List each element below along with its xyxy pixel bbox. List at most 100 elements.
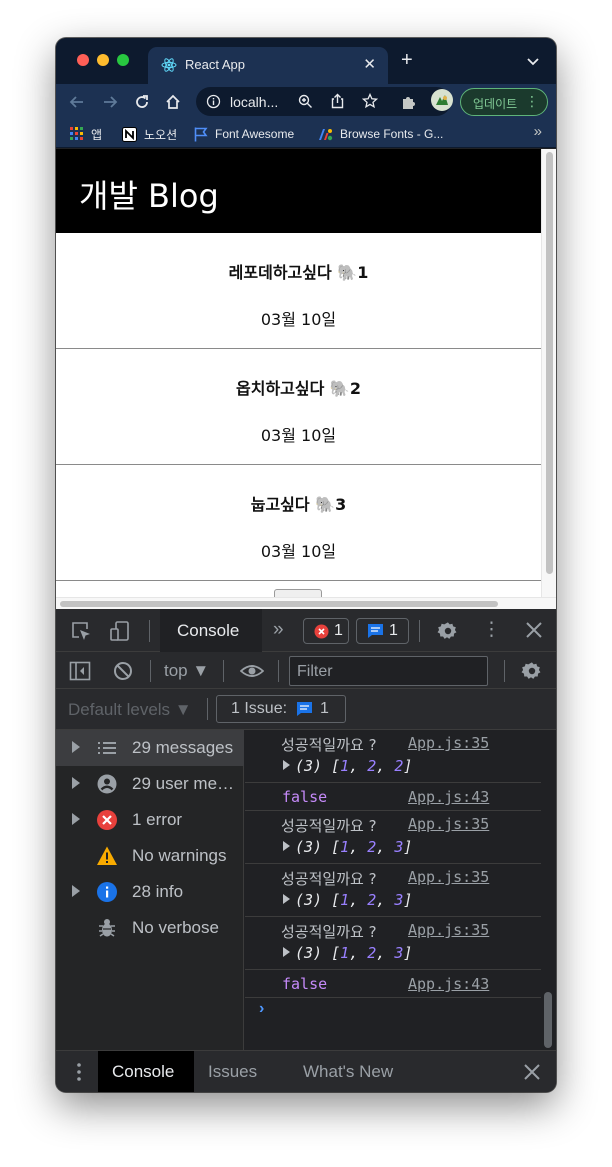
expand-arrow-icon[interactable]: [72, 777, 80, 789]
home-icon[interactable]: [164, 93, 182, 111]
close-icon[interactable]: [524, 620, 544, 640]
devtools-panel: Console » 1 1 ⋮ top ▼ Filter Default lev…: [56, 609, 556, 1092]
fullscreen-window-button[interactable]: [117, 54, 129, 66]
sidebar-item-warnings[interactable]: No warnings: [56, 838, 244, 874]
expand-arrow-icon[interactable]: [283, 894, 290, 904]
post-date: 03월 10일: [260, 426, 337, 445]
drawer-tab-console[interactable]: Console: [98, 1051, 194, 1092]
post-item[interactable]: 눕고싶다 🐘3 03월 10일: [56, 465, 541, 581]
sidebar-toggle-icon[interactable]: [69, 660, 91, 682]
source-link[interactable]: App.js:35: [408, 815, 489, 833]
source-link[interactable]: App.js:35: [408, 868, 489, 886]
source-link[interactable]: App.js:43: [408, 975, 489, 993]
array-preview[interactable]: (3) [1, 2, 3]: [283, 944, 412, 962]
array-value: 1: [340, 891, 350, 909]
scroll-thumb[interactable]: [546, 152, 553, 574]
expand-arrow-icon[interactable]: [283, 947, 290, 957]
filter-input[interactable]: Filter: [289, 656, 488, 686]
array-preview[interactable]: (3) [1, 2, 3]: [283, 891, 412, 909]
more-vertical-icon: ⋮: [525, 93, 539, 109]
log-value: false: [282, 975, 328, 993]
expand-arrow-icon[interactable]: [72, 885, 80, 897]
array-preview[interactable]: (3) [1, 2, 2]: [283, 757, 412, 775]
console-sidebar: 29 messages 29 user me… 1 error No warni…: [56, 730, 244, 1050]
log-message: 성공적일까요 ?: [281, 870, 377, 888]
post-item[interactable]: 레포데하고싶다 🐘1 03월 10일: [56, 233, 541, 349]
drawer-tab-issues[interactable]: Issues: [194, 1051, 274, 1092]
drawer-tab-whats-new[interactable]: What's New: [289, 1051, 409, 1092]
site-info-icon[interactable]: [206, 94, 221, 109]
bookmark-font-awesome[interactable]: Font Awesome: [194, 124, 294, 144]
device-toolbar-icon[interactable]: [109, 620, 131, 642]
scroll-thumb[interactable]: [60, 601, 498, 607]
source-link[interactable]: App.js:35: [408, 921, 489, 939]
react-icon: [161, 58, 177, 72]
close-icon[interactable]: [522, 1062, 542, 1082]
source-link[interactable]: App.js:35: [408, 734, 489, 752]
tab-console[interactable]: Console: [160, 609, 262, 652]
chevron-down-icon[interactable]: [526, 54, 540, 68]
drawer-tabbar: Console Issues What's New: [56, 1050, 556, 1092]
filter-placeholder: Filter: [297, 663, 333, 680]
expand-arrow-icon[interactable]: [283, 841, 290, 851]
sidebar-item-messages[interactable]: 29 messages: [56, 730, 244, 766]
bookmark-notion[interactable]: 노오션: [122, 124, 177, 144]
array-length: (3): [295, 757, 323, 775]
separator: [207, 698, 208, 720]
update-button[interactable]: 업데이트 ⋮: [460, 88, 548, 116]
message-count-badge[interactable]: 1: [356, 618, 409, 644]
log-levels-dropdown[interactable]: Default levels ▼: [68, 700, 192, 720]
expand-arrow-icon[interactable]: [283, 760, 290, 770]
new-tab-button[interactable]: +: [401, 49, 413, 72]
forward-arrow-icon[interactable]: [101, 93, 119, 111]
sidebar-item-user-messages[interactable]: 29 user me…: [56, 766, 244, 802]
page-viewport: 개발 Blog 레포데하고싶다 🐘1 03월 10일 옵치하고싶다 🐘2 03월…: [56, 149, 556, 609]
profile-avatar[interactable]: [431, 89, 453, 111]
extensions-puzzle-icon[interactable]: [400, 93, 418, 111]
more-bookmarks-icon[interactable]: »: [534, 123, 542, 140]
clear-console-icon[interactable]: [112, 660, 134, 682]
gear-icon[interactable]: [437, 620, 459, 642]
expand-arrow-icon[interactable]: [72, 741, 80, 753]
post-item[interactable]: 옵치하고싶다 🐘2 03월 10일: [56, 349, 541, 465]
tab-react-app[interactable]: React App ✕: [148, 47, 388, 84]
share-icon[interactable]: [330, 93, 345, 109]
tab-close-icon[interactable]: ✕: [363, 55, 376, 73]
eye-icon[interactable]: [240, 660, 264, 682]
drawer-menu-icon[interactable]: [76, 1062, 82, 1082]
sidebar-item-label: 29 user me…: [132, 774, 235, 793]
post-date: 03월 10일: [260, 542, 337, 561]
bookmark-star-icon[interactable]: [362, 93, 378, 109]
sidebar-item-verbose[interactable]: No verbose: [56, 910, 244, 946]
context-selector[interactable]: top ▼: [164, 661, 209, 681]
google-fonts-icon: [319, 128, 333, 140]
page-horizontal-scrollbar[interactable]: [56, 597, 556, 609]
array-value: 1: [340, 757, 350, 775]
zoom-icon[interactable]: [298, 94, 313, 109]
sidebar-item-info[interactable]: 28 info: [56, 874, 244, 910]
console-settings-gear-icon[interactable]: [521, 660, 543, 682]
error-count-badge[interactable]: 1: [303, 618, 349, 644]
array-preview[interactable]: (3) [1, 2, 3]: [283, 838, 412, 856]
close-window-button[interactable]: [77, 54, 89, 66]
bug-icon: [99, 919, 115, 937]
source-link[interactable]: App.js:43: [408, 788, 489, 806]
bookmark-apps[interactable]: 앱: [70, 124, 102, 144]
back-arrow-icon[interactable]: [68, 93, 86, 111]
message-count: 1: [389, 622, 398, 639]
scroll-thumb[interactable]: [544, 992, 552, 1048]
bookmark-google-fonts[interactable]: Browse Fonts - G...: [318, 124, 443, 144]
page-vertical-scrollbar[interactable]: [541, 149, 556, 597]
more-vertical-icon[interactable]: ⋮: [482, 618, 501, 641]
more-panels-icon[interactable]: »: [273, 619, 284, 641]
reload-icon[interactable]: [133, 93, 151, 111]
sidebar-item-errors[interactable]: 1 error: [56, 802, 244, 838]
sidebar-item-label: 1 error: [132, 810, 183, 829]
issues-button[interactable]: 1 Issue: 1: [216, 695, 346, 723]
console-prompt[interactable]: ›: [259, 1000, 264, 1018]
separator: [149, 620, 150, 642]
minimize-window-button[interactable]: [97, 54, 109, 66]
inspect-element-icon[interactable]: [70, 620, 92, 642]
expand-arrow-icon[interactable]: [72, 813, 80, 825]
console-scrollbar[interactable]: [541, 730, 556, 1050]
